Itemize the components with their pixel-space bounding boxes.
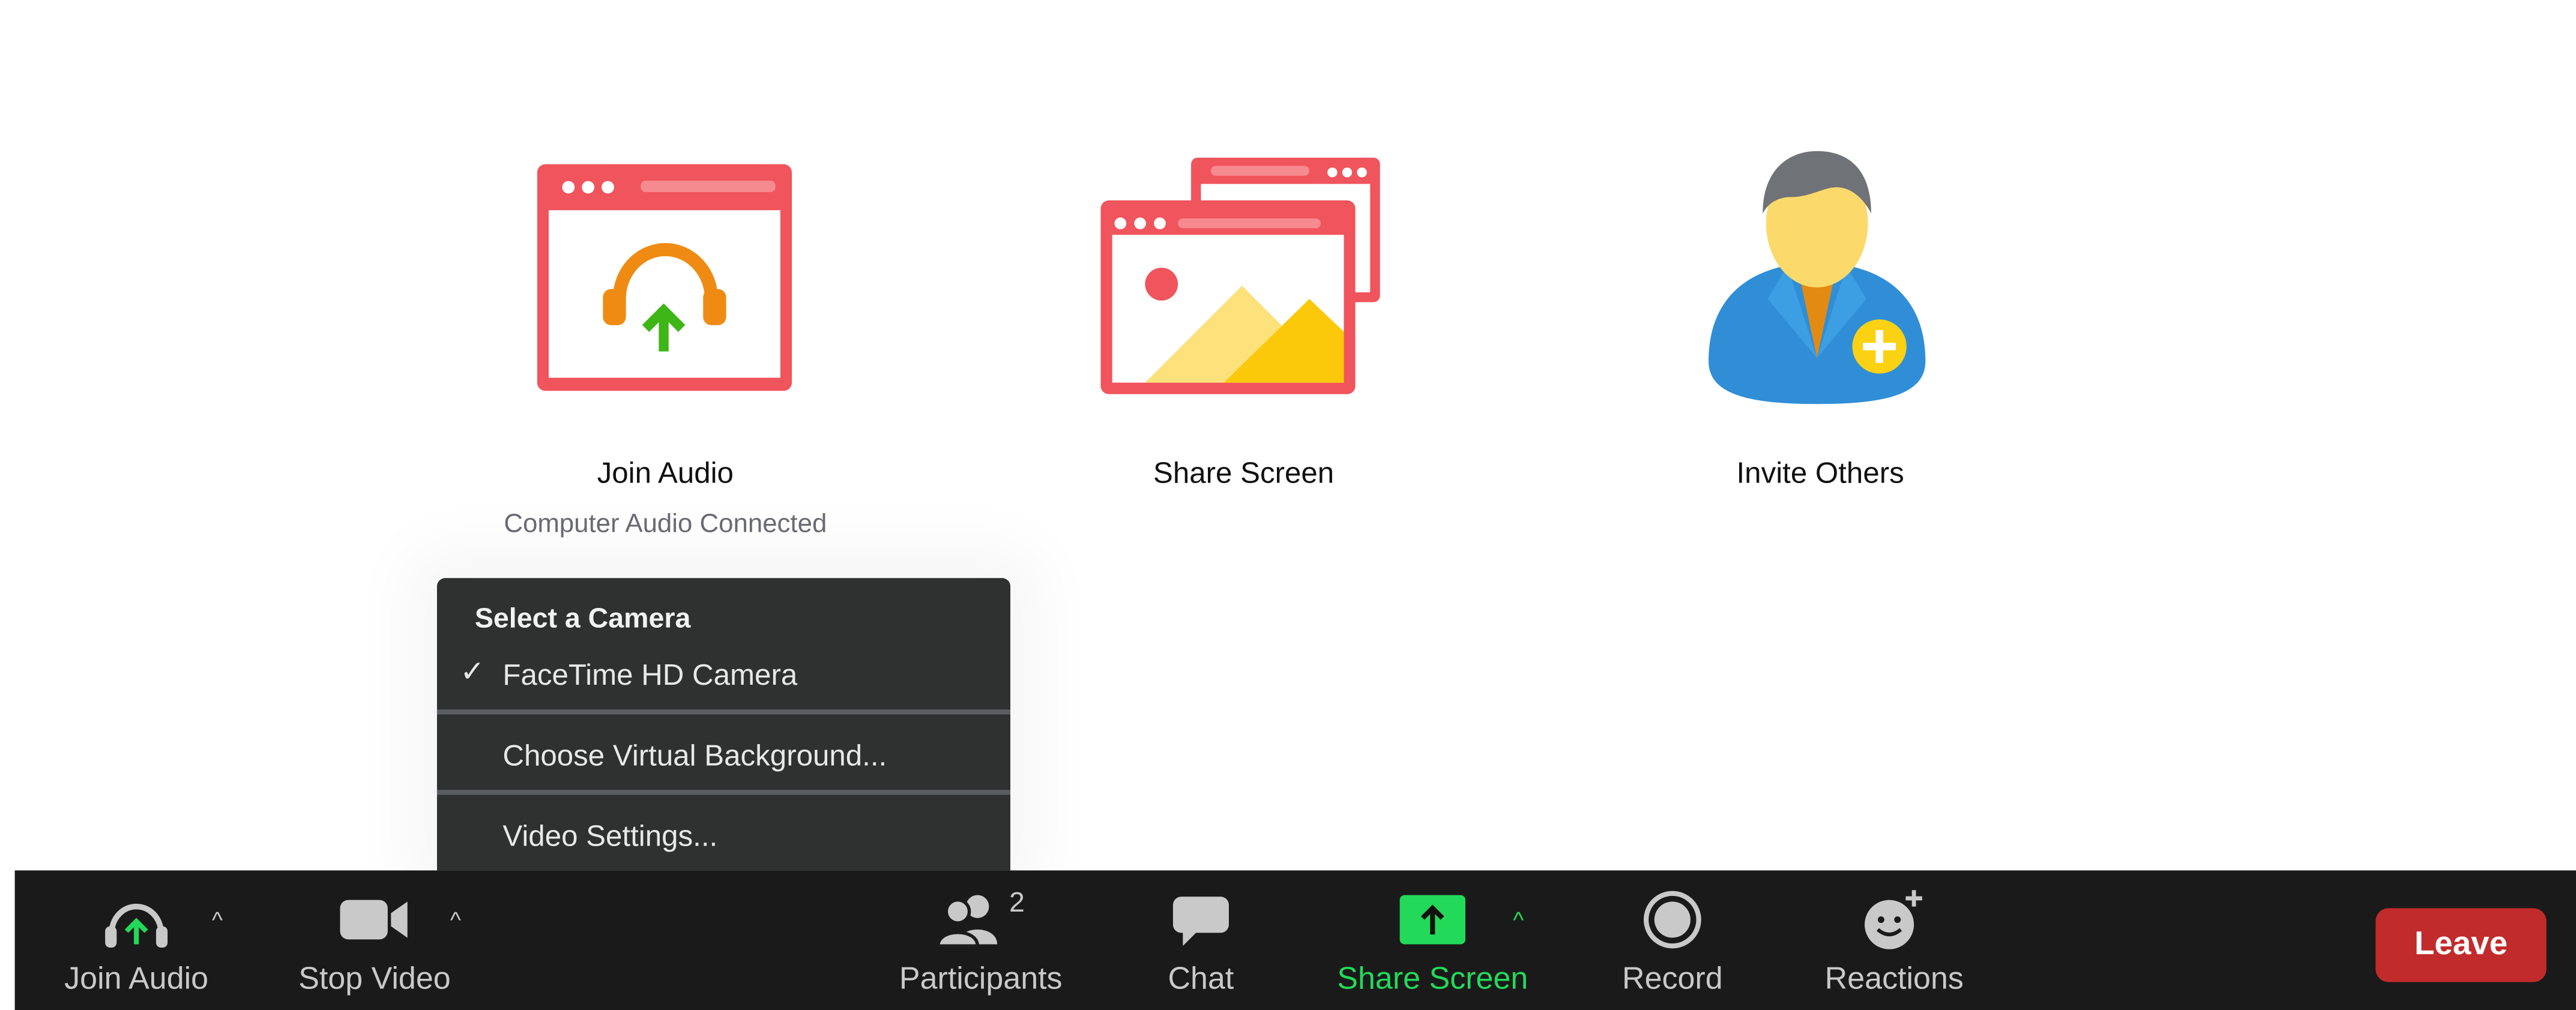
chevron-up-icon[interactable]: ^ (1513, 907, 1524, 933)
chat-label: Chat (1168, 962, 1234, 997)
join-audio-title: Join Audio (597, 456, 734, 490)
people-icon: 2 (937, 887, 1025, 952)
record-label: Record (1622, 962, 1723, 997)
video-camera-icon (340, 887, 409, 952)
join-audio-feature[interactable]: Join Audio Computer Audio Connected (504, 148, 827, 540)
headphones-icon (102, 887, 171, 952)
share-screen-button[interactable]: Share Screen (1332, 887, 1533, 999)
camera-menu: Select a Camera ✓ FaceTime HD Camera Cho… (436, 578, 1011, 871)
smiley-plus-icon (1862, 887, 1927, 952)
reactions-label: Reactions (1824, 962, 1964, 997)
person-add-icon (1673, 148, 1968, 427)
share-arrow-icon (1399, 887, 1466, 952)
menu-item-virtual-background[interactable]: Choose Virtual Background... (502, 739, 887, 773)
chevron-up-icon[interactable]: ^ (212, 907, 223, 933)
chat-bubble-icon (1171, 887, 1231, 952)
menu-separator (436, 709, 1011, 715)
participants-count: 2 (1009, 886, 1025, 918)
participants-button[interactable]: 2 Participants (889, 887, 1073, 999)
camera-menu-header: Select a Camera (474, 603, 691, 634)
menu-separator (436, 790, 1011, 795)
invite-others-title: Invite Others (1736, 456, 1904, 490)
windows-image-icon (1096, 148, 1392, 427)
record-icon (1643, 887, 1703, 952)
stop-video-button[interactable]: Stop Video (289, 887, 460, 999)
share-screen-label: Share Screen (1337, 962, 1528, 997)
join-audio-button[interactable]: Join Audio (54, 887, 219, 999)
participants-label: Participants (899, 962, 1063, 997)
chat-button[interactable]: Chat (1160, 887, 1242, 999)
meeting-toolbar: Join Audio ^ Stop Video ^ 2 Participants… (14, 870, 2576, 1010)
leave-button[interactable]: Leave (2375, 908, 2547, 982)
join-audio-label: Join Audio (64, 962, 209, 997)
record-button[interactable]: Record (1615, 887, 1730, 999)
checkmark-icon: ✓ (460, 655, 485, 688)
invite-others-feature[interactable]: Invite Others (1673, 148, 1968, 491)
share-screen-feature[interactable]: Share Screen (1096, 148, 1392, 491)
menu-item-video-settings[interactable]: Video Settings... (502, 820, 717, 854)
headphones-upload-window-icon (517, 148, 813, 427)
reactions-button[interactable]: Reactions (1815, 887, 1973, 999)
menu-item-facetime-camera[interactable]: FaceTime HD Camera (502, 658, 797, 693)
zoom-meeting-window: Join Audio Computer Audio Connected Shar… (0, 0, 2576, 1010)
chevron-up-icon[interactable]: ^ (450, 907, 461, 933)
share-screen-title: Share Screen (1153, 456, 1335, 490)
stop-video-label: Stop Video (298, 962, 451, 997)
audio-status-text: Computer Audio Connected (504, 511, 827, 539)
